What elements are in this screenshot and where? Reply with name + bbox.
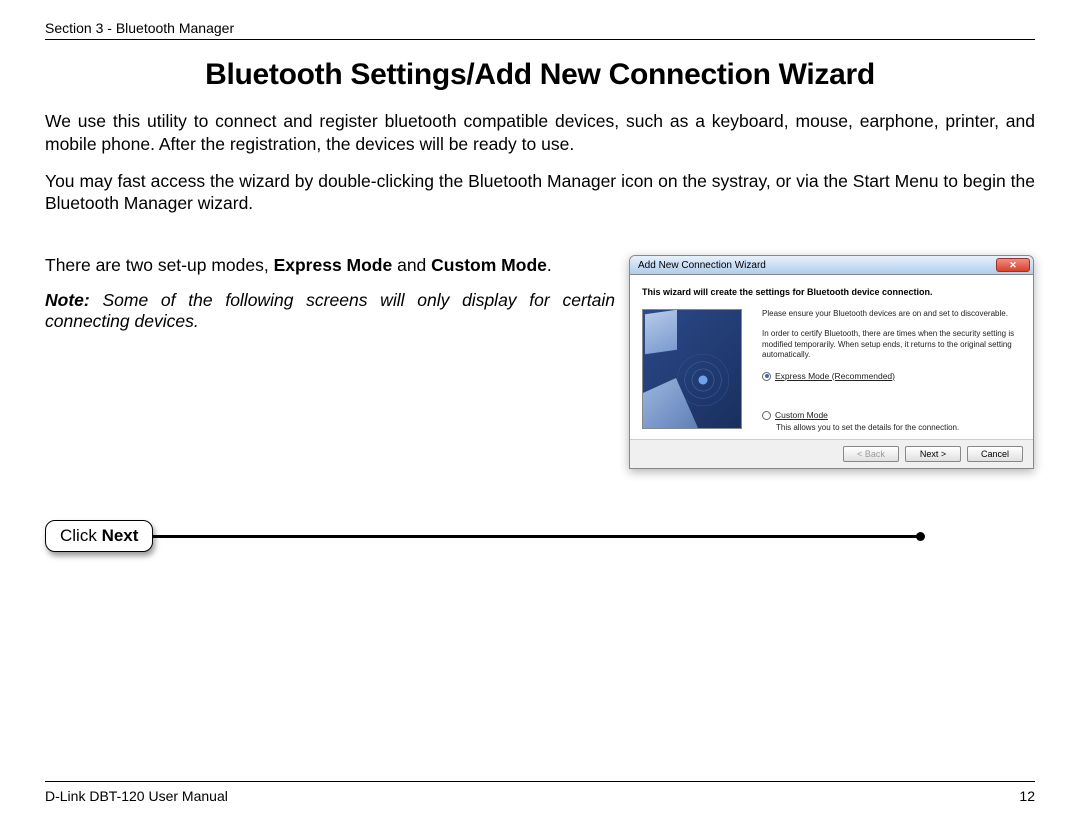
- left-column: There are two set-up modes, Express Mode…: [45, 255, 615, 332]
- wizard-intro: This wizard will create the settings for…: [642, 287, 1021, 297]
- close-icon: ✕: [1009, 260, 1017, 271]
- footer-manual: D-Link DBT-120 User Manual: [45, 788, 228, 804]
- wizard-certify-text: In order to certify Bluetooth, there are…: [762, 329, 1021, 360]
- intro-paragraph-2: You may fast access the wizard by double…: [45, 170, 1035, 216]
- modes-pre: There are two set-up modes,: [45, 255, 274, 275]
- radio-icon: [762, 411, 771, 420]
- right-column: Add New Connection Wizard ✕ This wizard …: [629, 255, 1035, 469]
- radio-icon-selected: [762, 372, 771, 381]
- wizard-body: This wizard will create the settings for…: [630, 275, 1033, 439]
- note-line: Note: Some of the following screens will…: [45, 290, 615, 332]
- express-mode-bold: Express Mode: [274, 255, 393, 275]
- footer-page-number: 12: [1019, 788, 1035, 804]
- custom-mode-radio-row[interactable]: Custom Mode: [762, 410, 1021, 421]
- note-text: Some of the following screens will only …: [45, 290, 615, 331]
- custom-mode-desc: This allows you to set the details for t…: [776, 423, 1021, 433]
- section-header: Section 3 - Bluetooth Manager: [45, 20, 1035, 40]
- callout-pre: Click: [60, 526, 102, 545]
- close-button[interactable]: ✕: [996, 258, 1030, 272]
- custom-mode-label: Custom Mode: [775, 410, 828, 421]
- callout-dot: [916, 532, 925, 541]
- callout-line: [151, 535, 918, 538]
- note-label: Note:: [45, 290, 90, 310]
- wizard-window: Add New Connection Wizard ✕ This wizard …: [629, 255, 1034, 469]
- wizard-ensure-text: Please ensure your Bluetooth devices are…: [762, 309, 1021, 319]
- callout: Click Next: [45, 520, 925, 552]
- cancel-button[interactable]: Cancel: [967, 446, 1023, 462]
- express-mode-radio-row[interactable]: Express Mode (Recommended): [762, 371, 1021, 382]
- back-button: < Back: [843, 446, 899, 462]
- page-footer: D-Link DBT-120 User Manual 12: [45, 781, 1035, 804]
- wizard-titlebar: Add New Connection Wizard ✕: [630, 256, 1033, 275]
- next-button[interactable]: Next >: [905, 446, 961, 462]
- callout-bold: Next: [102, 526, 139, 545]
- intro-paragraph-1: We use this utility to connect and regis…: [45, 110, 1035, 156]
- modes-post: .: [547, 255, 552, 275]
- modes-line: There are two set-up modes, Express Mode…: [45, 255, 615, 276]
- wizard-title-text: Add New Connection Wizard: [638, 260, 766, 271]
- custom-mode-bold: Custom Mode: [431, 255, 547, 275]
- wizard-options: Please ensure your Bluetooth devices are…: [762, 309, 1021, 433]
- page-title: Bluetooth Settings/Add New Connection Wi…: [45, 58, 1035, 92]
- wizard-footer: < Back Next > Cancel: [630, 439, 1033, 468]
- wizard-illustration: [642, 309, 742, 429]
- express-mode-label: Express Mode (Recommended): [775, 371, 895, 382]
- modes-mid: and: [392, 255, 431, 275]
- callout-box: Click Next: [45, 520, 153, 552]
